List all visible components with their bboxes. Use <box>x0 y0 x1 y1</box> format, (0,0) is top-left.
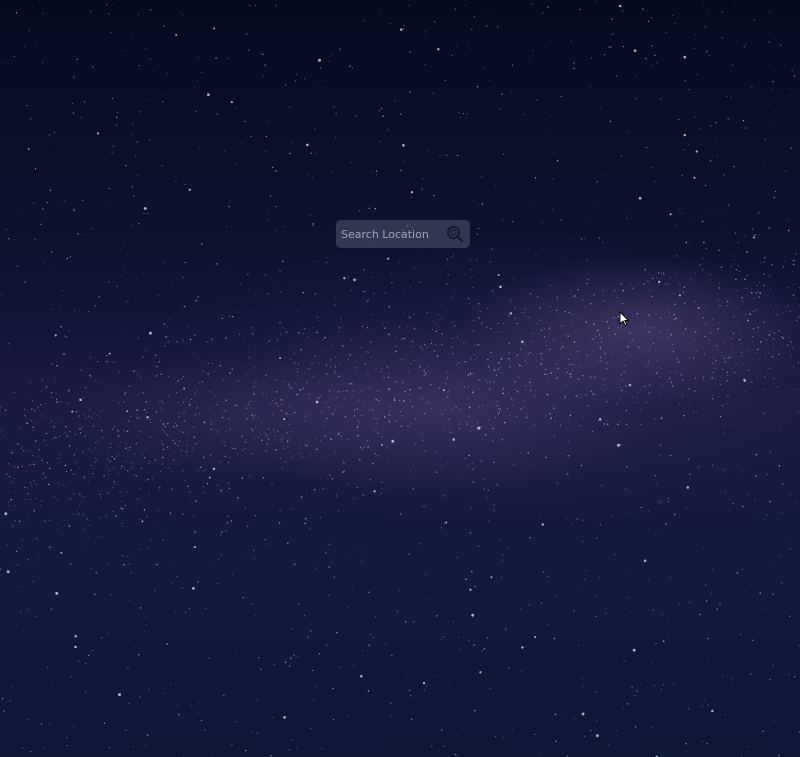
stars-layer <box>0 0 800 757</box>
mouse-cursor-icon <box>619 311 629 327</box>
starry-sky-background <box>0 0 800 757</box>
search-bar[interactable] <box>336 220 470 248</box>
search-icon[interactable] <box>446 225 464 243</box>
search-input[interactable] <box>336 220 447 248</box>
